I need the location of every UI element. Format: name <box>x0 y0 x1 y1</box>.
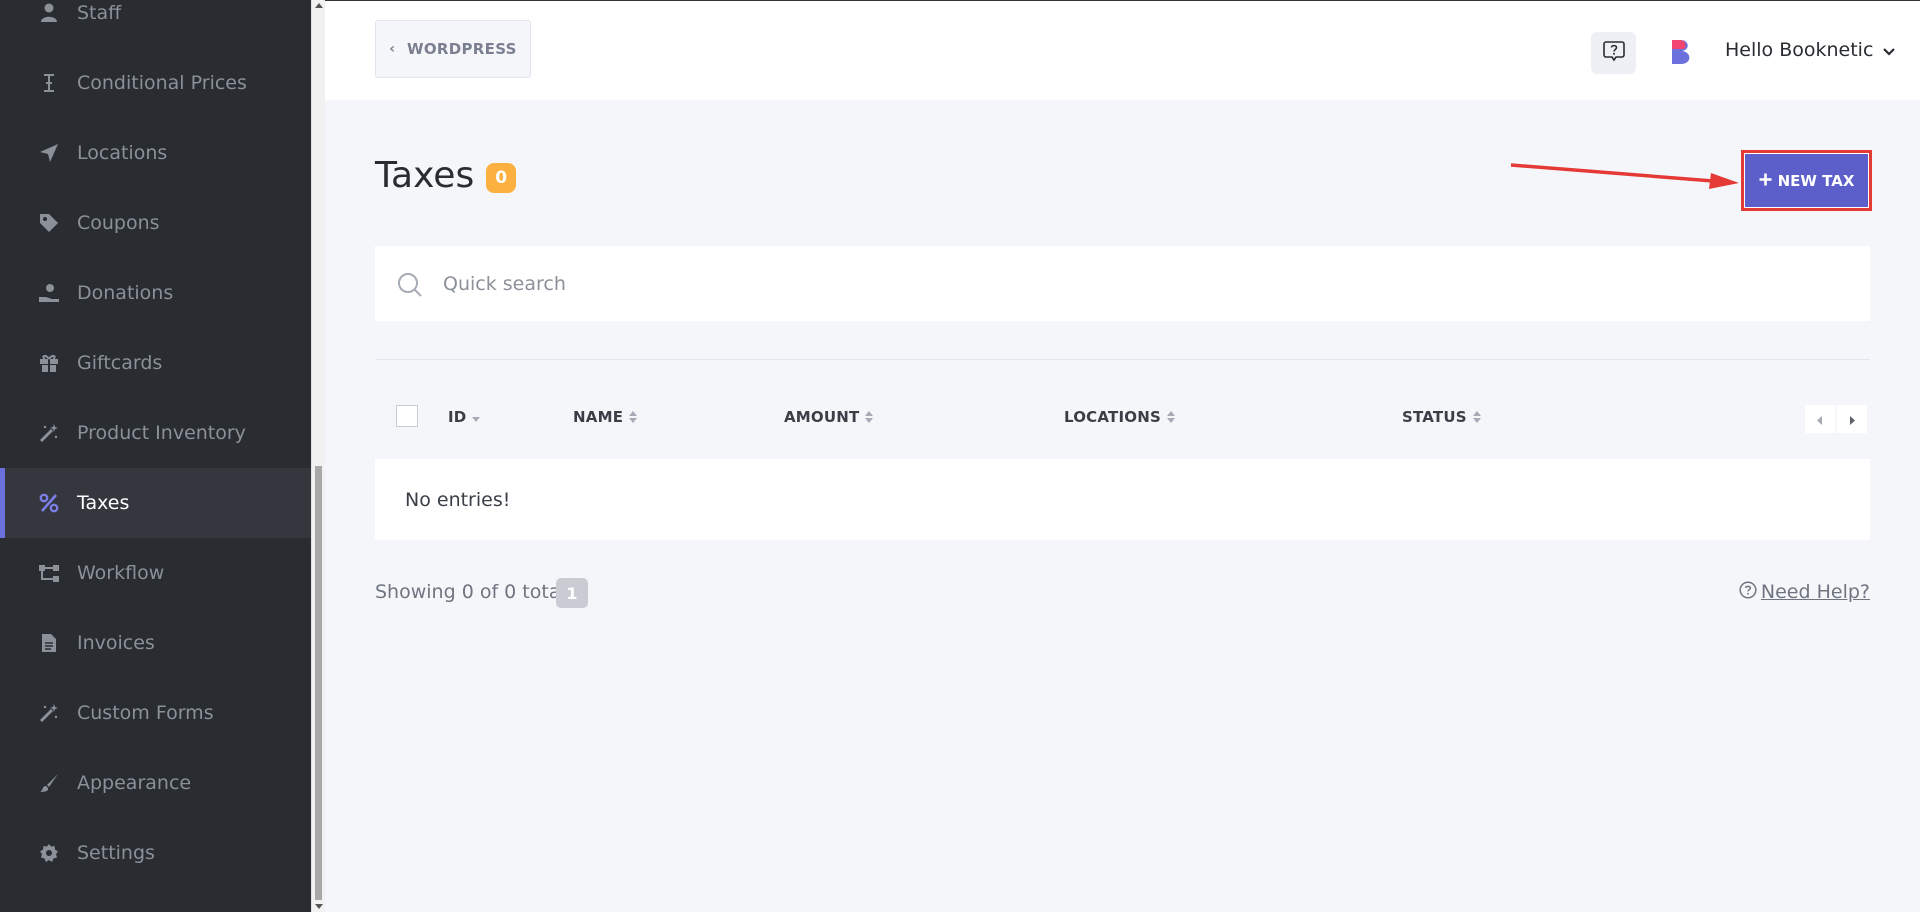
topbar: ‹ WORDPRESS Hello Booknetic <box>325 0 1920 100</box>
sidebar-item-label: Staff <box>77 2 122 24</box>
column-header-id[interactable]: ID <box>448 408 481 426</box>
page-header: Taxes 0 <box>375 155 517 196</box>
count-badge: 0 <box>486 162 517 193</box>
new-tax-label: NEW TAX <box>1777 171 1855 190</box>
sidebar-item-label: Settings <box>77 842 155 864</box>
sort-icon <box>1472 411 1481 423</box>
column-header-locations[interactable]: LOCATIONS <box>1064 408 1175 426</box>
wordpress-back-button[interactable]: ‹ WORDPRESS <box>375 20 531 78</box>
search-icon <box>397 272 423 302</box>
sidebar-item-label: Locations <box>77 142 168 164</box>
sidebar-item-invoices[interactable]: Invoices <box>0 608 311 678</box>
sidebar-item-giftcards[interactable]: Giftcards <box>0 328 311 398</box>
divider <box>375 359 1870 360</box>
scroll-down-arrow-icon[interactable] <box>315 904 323 909</box>
chevron-down-icon <box>1883 41 1896 60</box>
caret-right-icon <box>1849 410 1855 429</box>
column-header-label: AMOUNT <box>784 408 860 426</box>
sidebar-item-label: Conditional Prices <box>77 72 247 94</box>
sidebar-item-label: Donations <box>77 282 174 304</box>
column-header-label: NAME <box>573 408 624 426</box>
new-tax-highlight: NEW TAX <box>1741 150 1872 211</box>
column-header-label: LOCATIONS <box>1064 408 1161 426</box>
select-all-checkbox[interactable] <box>396 405 418 427</box>
sidebar-item-conditional-prices[interactable]: Conditional Prices <box>0 48 311 118</box>
plus-icon <box>1759 172 1772 190</box>
need-help-label: Need Help? <box>1760 581 1870 603</box>
text-cursor-icon <box>38 72 60 94</box>
column-header-label: ID <box>448 408 467 426</box>
workflow-icon <box>38 562 60 584</box>
empty-message: No entries! <box>405 489 511 511</box>
sidebar-item-coupons[interactable]: Coupons <box>0 188 311 258</box>
sort-icon <box>629 411 638 423</box>
wordpress-back-label: WORDPRESS <box>407 40 517 58</box>
sidebar-item-label: Workflow <box>77 562 165 584</box>
scroll-left-button[interactable] <box>1805 405 1835 433</box>
user-menu-dropdown[interactable]: Hello Booknetic <box>1725 39 1896 61</box>
brush-icon <box>38 772 60 794</box>
question-circle-icon <box>1739 581 1757 603</box>
sidebar-item-workflow[interactable]: Workflow <box>0 538 311 608</box>
sidebar-item-taxes[interactable]: Taxes <box>0 468 311 538</box>
pagination-summary: Showing 0 of 0 total <box>375 581 566 603</box>
sidebar-item-label: Appearance <box>77 772 192 794</box>
sort-icon <box>865 411 874 423</box>
sidebar: Staff Conditional Prices Locations Coupo… <box>0 0 311 912</box>
chevron-left-icon: ‹ <box>389 41 396 57</box>
caret-left-icon <box>1817 410 1823 429</box>
table-footer: Showing 0 of 0 total 1 Need Help? <box>375 578 1870 608</box>
search-input[interactable] <box>443 246 1843 321</box>
sidebar-item-label: Taxes <box>77 492 130 514</box>
search-box <box>375 246 1870 321</box>
annotation-arrow <box>1510 163 1739 189</box>
empty-table-row: No entries! <box>375 459 1870 540</box>
user-icon <box>38 2 60 24</box>
sidebar-item-appearance[interactable]: Appearance <box>0 748 311 818</box>
magic-wand-icon <box>38 422 60 444</box>
question-message-icon <box>1602 40 1625 66</box>
scroll-right-button[interactable] <box>1837 405 1867 433</box>
page-title: Taxes <box>375 155 475 196</box>
new-tax-button[interactable]: NEW TAX <box>1744 153 1869 208</box>
sort-icon <box>1166 411 1175 423</box>
sidebar-item-label: Giftcards <box>77 352 163 374</box>
help-chat-button[interactable] <box>1591 32 1636 74</box>
user-greeting: Hello Booknetic <box>1725 39 1874 61</box>
booknetic-logo <box>1670 38 1694 66</box>
location-arrow-icon <box>38 142 60 164</box>
file-icon <box>38 632 60 654</box>
sidebar-item-locations[interactable]: Locations <box>0 118 311 188</box>
column-header-status[interactable]: STATUS <box>1402 408 1481 426</box>
sidebar-item-label: Product Inventory <box>77 422 246 444</box>
scroll-up-arrow-icon[interactable] <box>315 3 323 8</box>
column-header-name[interactable]: NAME <box>573 408 638 426</box>
tag-icon <box>38 212 60 234</box>
sidebar-item-label: Invoices <box>77 632 155 654</box>
sidebar-item-settings[interactable]: Settings <box>0 818 311 888</box>
table-header: ID NAME AMOUNT LOCATIONS STATUS <box>375 395 1870 439</box>
magic-wand-icon <box>38 702 60 724</box>
scrollbar-thumb[interactable] <box>315 466 322 900</box>
need-help-link[interactable]: Need Help? <box>1739 581 1870 603</box>
gear-icon <box>38 842 60 864</box>
hand-donate-icon <box>38 282 60 304</box>
gift-icon <box>38 352 60 374</box>
sidebar-item-custom-forms[interactable]: Custom Forms <box>0 678 311 748</box>
sidebar-item-staff[interactable]: Staff <box>0 0 311 48</box>
column-header-label: STATUS <box>1402 408 1467 426</box>
sidebar-item-product-inventory[interactable]: Product Inventory <box>0 398 311 468</box>
sidebar-item-label: Custom Forms <box>77 702 214 724</box>
column-header-amount[interactable]: AMOUNT <box>784 408 874 426</box>
sidebar-scrollbar[interactable] <box>311 0 325 912</box>
sort-desc-icon <box>472 412 481 422</box>
percent-icon <box>38 492 60 514</box>
page-number-button[interactable]: 1 <box>556 578 588 608</box>
sidebar-item-donations[interactable]: Donations <box>0 258 311 328</box>
sidebar-item-label: Coupons <box>77 212 160 234</box>
